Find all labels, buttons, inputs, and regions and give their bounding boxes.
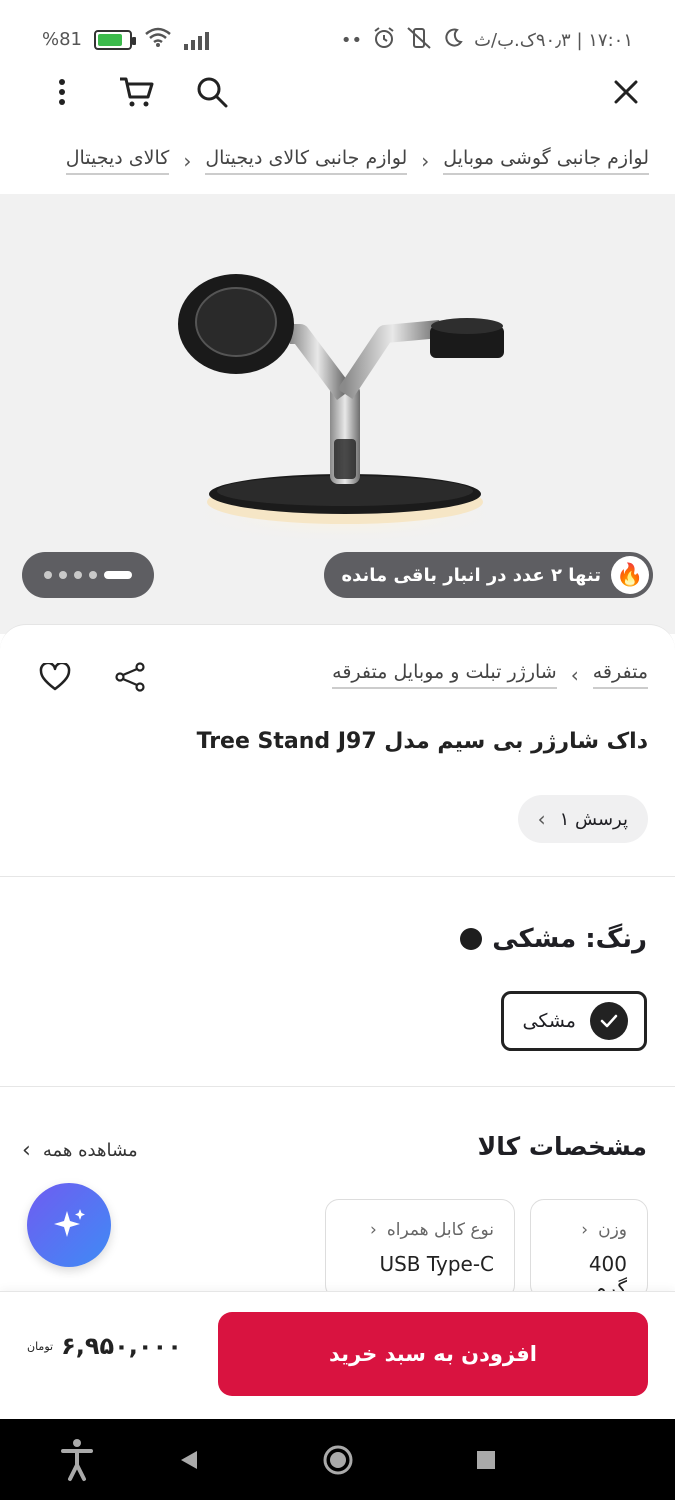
color-title-text: رنگ: مشکی <box>492 924 647 954</box>
spec-value: USB Type-C <box>379 1252 494 1276</box>
close-button[interactable] <box>602 68 650 116</box>
price: تومان ۶,۹۵۰,۰۰۰ <box>27 1332 182 1360</box>
price-value: ۶,۹۵۰,۰۰۰ <box>61 1332 182 1360</box>
breadcrumb-item[interactable]: کالای دیجیتال <box>65 147 170 175</box>
divider <box>0 1086 675 1087</box>
cart-button[interactable] <box>112 68 160 116</box>
ai-assistant-button[interactable] <box>27 1183 111 1267</box>
home-icon[interactable] <box>323 1445 353 1475</box>
carousel-dot[interactable] <box>44 571 52 579</box>
carousel-dot[interactable] <box>59 571 67 579</box>
battery-fill <box>98 33 123 46</box>
carousel-dot[interactable] <box>104 571 132 579</box>
breadcrumb-item[interactable]: لوازم جانبی گوشی موبایل <box>443 147 649 175</box>
search-icon <box>197 77 228 108</box>
product-title: داک شارژر بی سیم مدل Tree Stand J97 <box>196 729 648 754</box>
status-left: %81 <box>42 26 210 53</box>
breadcrumb: کالای دیجیتال ‹ لوازم جانبی کالای دیجیتا… <box>65 136 649 186</box>
chevron-left-icon: ‹ <box>537 807 546 831</box>
color-option-label: مشکی <box>522 1010 576 1032</box>
chevron-left-icon: ‹ <box>370 1220 377 1240</box>
carousel-dot[interactable] <box>74 571 82 579</box>
signal-icon <box>184 30 210 50</box>
chevron-left-icon: ‹ <box>581 1220 589 1240</box>
divider <box>0 876 675 877</box>
spec-card-cable[interactable]: نوع کابل همراه ‹ USB Type-C <box>325 1199 515 1299</box>
product-image <box>178 274 505 544</box>
spec-label: نوع کابل همراه <box>386 1220 494 1240</box>
sparkle-icon <box>54 1209 85 1237</box>
color-heading: رنگ: مشکی <box>460 924 647 954</box>
category-link[interactable]: شارژر تبلت و موبایل متفرقه <box>332 661 557 689</box>
status-right: •• ۱۷:۰۱ | ۹۰٫۳ک.ب/ث <box>341 26 633 55</box>
share-icon <box>115 662 145 692</box>
currency-label: تومان <box>27 1339 54 1353</box>
battery-text: %81 <box>42 29 83 50</box>
buy-bar: افزودن به سبد خرید تومان ۶,۹۵۰,۰۰۰ <box>0 1291 675 1419</box>
vibrate-off-icon <box>406 26 432 55</box>
alarm-icon <box>372 26 396 55</box>
chevron-left-icon: ‹ <box>570 663 579 687</box>
more-vertical-icon <box>59 79 65 105</box>
category-breadcrumb: متفرقه ‹ شارژر تبلت و موبایل متفرقه <box>332 661 648 689</box>
carousel-dot[interactable] <box>89 571 97 579</box>
questions-label: ۱ پرسش <box>559 808 628 830</box>
questions-button[interactable]: ۱ پرسش ‹ <box>517 795 648 843</box>
spec-label: وزن <box>598 1220 627 1240</box>
system-nav-bar <box>0 1419 675 1500</box>
status-dots: •• <box>340 30 363 51</box>
back-icon[interactable] <box>181 1451 197 1469</box>
accessibility-icon[interactable] <box>61 1439 93 1481</box>
color-swatch <box>460 928 483 950</box>
close-icon <box>614 80 638 104</box>
check-icon <box>590 1002 628 1040</box>
cart-icon <box>120 77 154 107</box>
status-time: ۱۷:۰۱ | ۹۰٫۳ک.ب/ث <box>474 30 633 51</box>
spec-label-row: نوع کابل همراه ‹ <box>346 1220 494 1240</box>
color-option-black[interactable]: مشکی <box>501 991 647 1051</box>
search-button[interactable] <box>188 68 236 116</box>
stock-text: تنها ۲ عدد در انبار باقی مانده <box>341 564 601 586</box>
share-button[interactable] <box>108 655 152 699</box>
see-all-specs-link[interactable]: ‹ مشاهده همه <box>22 1138 138 1163</box>
add-to-cart-button[interactable]: افزودن به سبد خرید <box>218 1312 648 1396</box>
product-image-carousel[interactable]: 🔥 تنها ۲ عدد در انبار باقی مانده <box>0 194 675 634</box>
chevron-left-icon: ‹ <box>421 149 430 173</box>
recents-icon[interactable] <box>477 1451 495 1469</box>
product-info-card: متفرقه ‹ شارژر تبلت و موبایل متفرقه داک … <box>0 624 675 876</box>
chevron-left-icon: ‹ <box>22 1138 31 1163</box>
stock-badge: 🔥 تنها ۲ عدد در انبار باقی مانده <box>323 552 653 598</box>
specs-heading: مشخصات کالا <box>477 1132 647 1161</box>
category-link[interactable]: متفرقه <box>592 661 648 689</box>
wifi-icon <box>144 26 172 53</box>
carousel-indicator <box>22 552 154 598</box>
battery-icon <box>94 29 137 50</box>
heart-icon <box>39 663 71 691</box>
breadcrumb-item[interactable]: لوازم جانبی کالای دیجیتال <box>205 147 408 175</box>
spec-card-weight[interactable]: وزن ‹ 400 گرم <box>530 1199 648 1300</box>
chevron-left-icon: ‹ <box>183 149 192 173</box>
wishlist-button[interactable] <box>33 655 77 699</box>
spec-label-row: وزن ‹ <box>551 1220 627 1240</box>
fire-icon: 🔥 <box>611 556 649 594</box>
see-all-label: مشاهده همه <box>42 1140 138 1161</box>
top-toolbar <box>0 60 675 124</box>
more-button[interactable] <box>38 68 86 116</box>
dnd-moon-icon <box>442 27 464 54</box>
